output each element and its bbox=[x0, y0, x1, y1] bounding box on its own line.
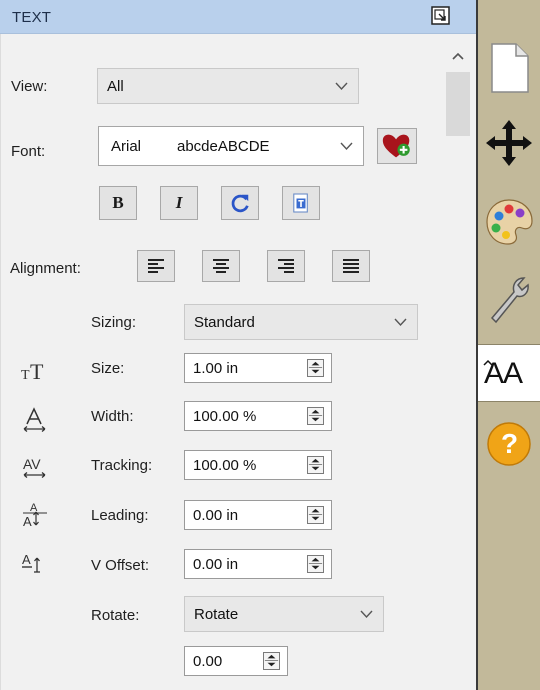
align-right-button[interactable] bbox=[267, 250, 305, 282]
leading-value: 0.00 in bbox=[193, 507, 239, 524]
text-tab-label: AA bbox=[484, 357, 523, 390]
font-name: Arial bbox=[111, 138, 142, 155]
sizing-select[interactable]: Standard bbox=[184, 304, 418, 340]
add-favorite-font-button[interactable] bbox=[377, 128, 417, 164]
leading-stepper[interactable]: 0.00 in bbox=[184, 500, 332, 530]
sizing-value: Standard bbox=[194, 314, 255, 331]
italic-button[interactable]: I bbox=[160, 186, 198, 220]
tab-document[interactable] bbox=[482, 38, 536, 96]
refresh-icon bbox=[231, 194, 249, 213]
leading-spin-arrows[interactable] bbox=[307, 506, 324, 524]
svg-text:T: T bbox=[30, 359, 44, 384]
align-justify-button[interactable] bbox=[332, 250, 370, 282]
bold-label: B bbox=[112, 193, 124, 212]
restore-window-icon[interactable] bbox=[431, 6, 450, 25]
help-label: ? bbox=[501, 428, 519, 459]
rotate-label: Rotate: bbox=[91, 607, 140, 624]
document-icon bbox=[491, 43, 529, 93]
spin-arrows-icon bbox=[308, 458, 323, 471]
text-format-button[interactable] bbox=[282, 186, 320, 220]
align-right-icon bbox=[278, 259, 294, 273]
spin-arrows-icon bbox=[308, 508, 323, 521]
tracking-spin-arrows[interactable] bbox=[307, 456, 324, 474]
scrollbar-thumb[interactable] bbox=[446, 72, 470, 136]
tracking-value: 100.00 % bbox=[193, 457, 257, 474]
chevron-down-icon bbox=[335, 82, 348, 91]
tab-text[interactable]: AA bbox=[478, 344, 540, 402]
size-stepper[interactable]: 1.00 in bbox=[184, 353, 332, 383]
svg-text:A: A bbox=[22, 552, 31, 567]
v-offset-value: 0.00 in bbox=[193, 556, 239, 573]
vertical-offset-icon: A bbox=[22, 552, 40, 573]
panel-title: TEXT bbox=[12, 9, 52, 26]
move-arrows-icon bbox=[486, 120, 532, 166]
rotate-angle-stepper[interactable]: 0.00 bbox=[184, 646, 288, 676]
align-center-button[interactable] bbox=[202, 250, 240, 282]
tab-color[interactable] bbox=[482, 192, 536, 250]
svg-text:T: T bbox=[21, 368, 30, 383]
svg-text:AV: AV bbox=[23, 456, 41, 472]
chevron-down-icon bbox=[394, 318, 407, 327]
width-value: 100.00 % bbox=[193, 408, 257, 425]
v-offset-spin-arrows[interactable] bbox=[307, 555, 324, 573]
text-width-icon bbox=[23, 407, 46, 432]
tool-sidebar: AA ? bbox=[478, 0, 540, 690]
align-left-icon bbox=[148, 259, 164, 273]
scroll-up-icon[interactable] bbox=[450, 48, 466, 64]
tab-tools[interactable] bbox=[482, 268, 536, 326]
align-left-button[interactable] bbox=[137, 250, 175, 282]
tracking-stepper[interactable]: 100.00 % bbox=[184, 450, 332, 480]
size-spin-arrows[interactable] bbox=[307, 359, 324, 377]
text-document-icon bbox=[293, 193, 308, 213]
sizing-label: Sizing: bbox=[91, 314, 137, 331]
palette-icon bbox=[486, 199, 533, 245]
heart-plus-icon bbox=[382, 134, 410, 158]
size-label: Size: bbox=[91, 360, 125, 377]
rotate-angle-value: 0.00 bbox=[193, 653, 223, 670]
align-justify-icon bbox=[343, 259, 359, 273]
v-offset-label: V Offset: bbox=[91, 557, 150, 574]
view-value: All bbox=[107, 78, 124, 95]
vertical-scrollbar[interactable] bbox=[440, 34, 476, 690]
leading-label: Leading: bbox=[91, 507, 149, 524]
italic-label: I bbox=[175, 193, 183, 212]
panel-header: TEXT bbox=[0, 0, 476, 34]
alignment-label: Alignment: bbox=[10, 260, 81, 277]
font-label: Font: bbox=[11, 143, 46, 160]
rotate-value: Rotate bbox=[194, 606, 239, 623]
tab-move[interactable] bbox=[482, 114, 536, 172]
rotate-select[interactable]: Rotate bbox=[184, 596, 384, 632]
spin-arrows-icon bbox=[308, 557, 323, 570]
font-sample: abcdeABCDE bbox=[177, 138, 270, 155]
spin-arrows-icon bbox=[308, 409, 323, 422]
spin-arrows-icon bbox=[264, 654, 279, 667]
chevron-down-icon bbox=[340, 142, 353, 151]
spin-arrows-icon bbox=[308, 361, 323, 374]
leading-icon: A A bbox=[23, 502, 47, 528]
chevron-down-icon bbox=[360, 610, 373, 619]
svg-text:A: A bbox=[23, 514, 32, 528]
tracking-label: Tracking: bbox=[91, 457, 153, 474]
width-stepper[interactable]: 100.00 % bbox=[184, 401, 332, 431]
v-offset-stepper[interactable]: 0.00 in bbox=[184, 549, 332, 579]
view-label: View: bbox=[11, 78, 48, 95]
reset-text-button[interactable] bbox=[221, 186, 259, 220]
bold-button[interactable]: B bbox=[99, 186, 137, 220]
tab-help[interactable]: ? bbox=[482, 414, 536, 472]
font-size-icon: T T bbox=[21, 359, 44, 384]
align-center-icon bbox=[213, 259, 229, 273]
tracking-icon: AV bbox=[23, 456, 46, 478]
wrench-icon bbox=[490, 277, 529, 324]
view-select[interactable]: All bbox=[97, 68, 359, 104]
width-spin-arrows[interactable] bbox=[307, 407, 324, 425]
width-label: Width: bbox=[91, 408, 134, 425]
size-value: 1.00 in bbox=[193, 360, 239, 377]
rotate-spin-arrows[interactable] bbox=[263, 652, 280, 670]
font-select[interactable]: Arial abcdeABCDE bbox=[98, 126, 364, 166]
